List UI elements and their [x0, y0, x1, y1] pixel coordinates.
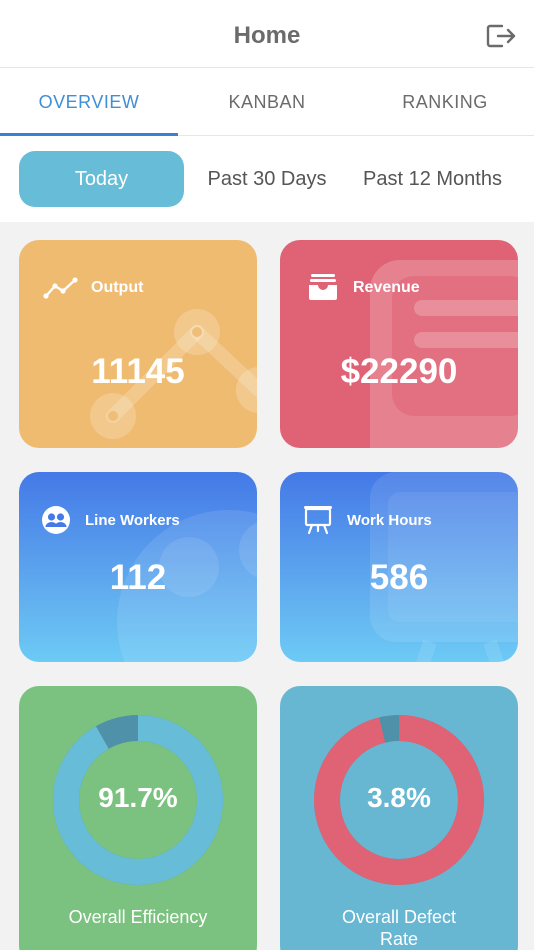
tab-overview[interactable]: OVERVIEW	[0, 68, 178, 136]
output-value: 11145	[91, 352, 185, 391]
overall-defect-rate-card[interactable]: 3.8% Overall Defect Rate	[280, 686, 518, 950]
revenue-label: Revenue	[353, 279, 420, 296]
page-title: Home	[233, 22, 301, 49]
inbox-tray-icon	[309, 274, 337, 300]
defect-value: 3.8%	[367, 782, 431, 813]
presentation-board-icon	[304, 506, 332, 535]
period-selector: Today Past 30 Days Past 12 Months	[0, 136, 534, 222]
logout-icon[interactable]	[484, 20, 518, 52]
users-group-icon	[42, 506, 70, 534]
trend-line-icon	[43, 277, 78, 299]
trend-watermark-icon	[90, 309, 257, 439]
line-workers-value: 112	[109, 558, 167, 597]
revenue-value: $22290	[340, 352, 458, 391]
efficiency-value: 91.7%	[98, 782, 178, 813]
efficiency-label: Overall Efficiency	[68, 907, 208, 927]
line-workers-card[interactable]: Line Workers 112	[19, 472, 257, 662]
work-hours-value: 586	[369, 558, 429, 597]
defect-label-line2: Rate	[379, 929, 419, 949]
app-header: Home	[0, 0, 534, 68]
output-label: Output	[91, 279, 144, 296]
tab-kanban[interactable]: KANBAN	[178, 68, 356, 136]
period-30-days-button[interactable]: Past 30 Days	[190, 151, 344, 207]
work-hours-card[interactable]: Work Hours 586	[280, 472, 518, 662]
tab-ranking[interactable]: RANKING	[356, 68, 534, 136]
overall-efficiency-card[interactable]: 91.7% Overall Efficiency	[19, 686, 257, 950]
output-card[interactable]: Output 11145	[19, 240, 257, 448]
line-workers-label: Line Workers	[85, 512, 180, 529]
period-12-months-button[interactable]: Past 12 Months	[350, 151, 515, 207]
work-hours-label: Work Hours	[347, 512, 432, 529]
period-today-button[interactable]: Today	[19, 151, 184, 207]
defect-label-line1: Overall Defect	[341, 907, 457, 927]
tab-bar: OVERVIEW KANBAN RANKING	[0, 68, 534, 136]
revenue-card[interactable]: Revenue $22290	[280, 240, 518, 448]
